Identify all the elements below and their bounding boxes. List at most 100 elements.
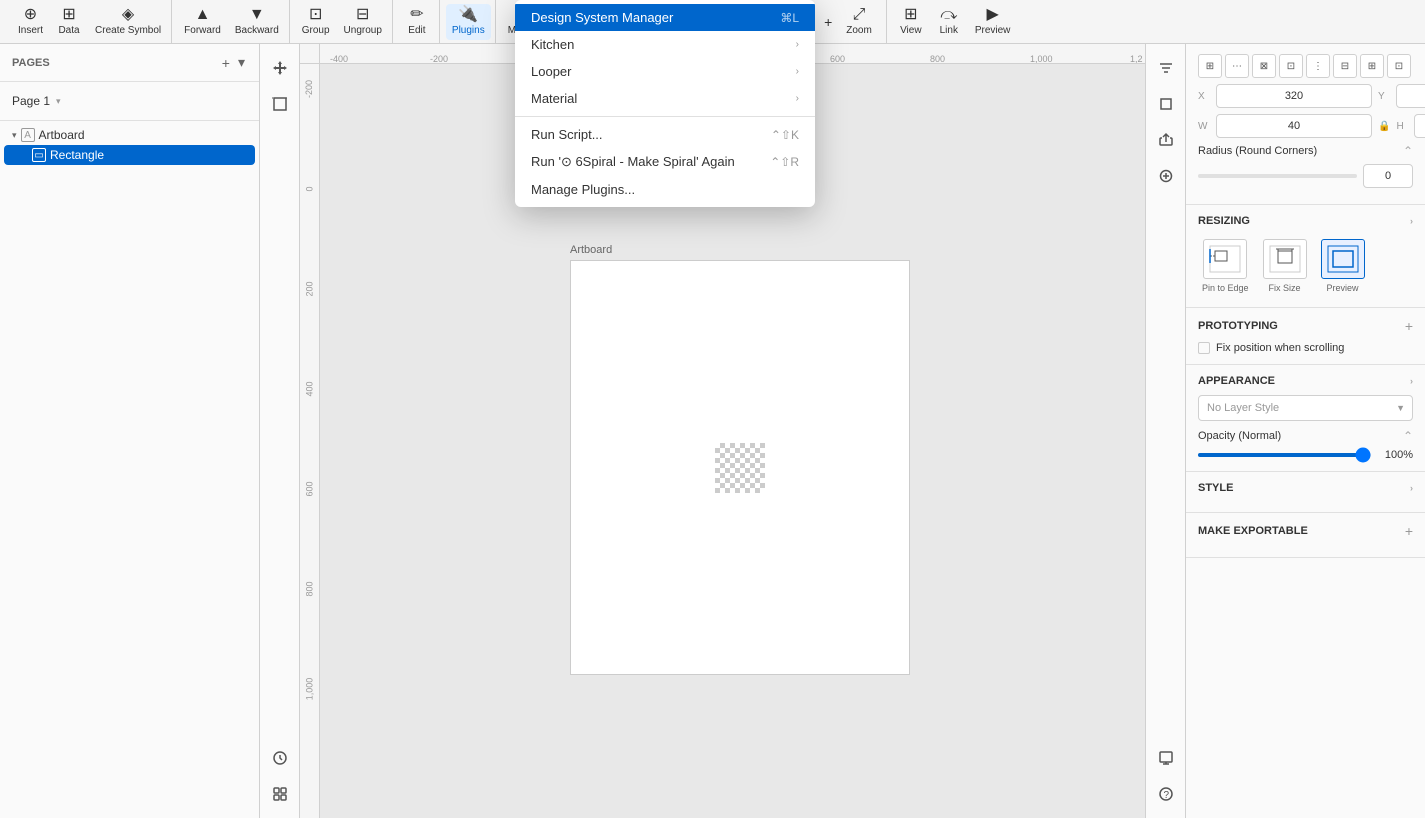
menu-item-design-system-manager[interactable]: Design System Manager ⌘L <box>515 4 815 31</box>
view-icon: ⊞ <box>904 7 917 23</box>
style-chevron[interactable]: › <box>1410 483 1413 493</box>
add-export-button[interactable]: + <box>1405 523 1413 539</box>
pin-to-edge-visual <box>1203 239 1247 279</box>
present-icon <box>1158 750 1174 766</box>
radius-input[interactable] <box>1363 164 1413 188</box>
appearance-section: APPEARANCE › No Layer Style ▼ Opacity (N… <box>1186 365 1425 472</box>
artboard-tool2-button[interactable] <box>1150 88 1182 120</box>
menu-dsm-label: Design System Manager <box>531 10 772 25</box>
page-1-item[interactable]: Page 1 ▾ <box>0 90 259 112</box>
artboard-canvas-label: Artboard <box>570 244 910 256</box>
ruler-tick-200n: -200 <box>430 54 448 64</box>
collapse-pages-button[interactable]: ▾ <box>236 52 247 73</box>
align-center-v-button[interactable]: ⋮ <box>1306 54 1330 78</box>
fix-position-checkbox[interactable] <box>1198 342 1210 354</box>
rectangle-label: Rectangle <box>50 148 104 162</box>
menu-item-run-script[interactable]: Run Script... ⌃⇧K <box>515 121 815 148</box>
preview-resize-option[interactable]: Preview <box>1317 235 1369 297</box>
menu-item-material[interactable]: Material › <box>515 85 815 112</box>
radius-label: Radius (Round Corners) <box>1198 145 1397 157</box>
move-tool-button[interactable] <box>264 52 296 84</box>
insert-button[interactable]: ⊕ Insert <box>12 4 49 40</box>
present-button[interactable] <box>1150 742 1182 774</box>
x-input[interactable] <box>1216 84 1372 108</box>
link-button[interactable]: ⤼ Link <box>931 4 967 40</box>
opacity-expand-button[interactable]: ⌃ <box>1403 429 1413 443</box>
preview-button[interactable]: ▶ Preview <box>969 4 1017 40</box>
artboard-tool-icon <box>272 96 288 112</box>
fix-position-row: Fix position when scrolling <box>1198 342 1413 354</box>
artboard-layer-item[interactable]: ▾ A Artboard <box>0 125 259 145</box>
add-page-button[interactable]: + <box>220 52 232 73</box>
fix-size-option[interactable]: Fix Size <box>1259 235 1311 297</box>
radius-expand-button[interactable]: ⌃ <box>1403 144 1413 158</box>
artboard-frame[interactable] <box>570 260 910 675</box>
menu-item-looper[interactable]: Looper › <box>515 58 815 85</box>
data-button[interactable]: ⊞ Data <box>51 4 87 40</box>
artboard-tool-button[interactable] <box>264 88 296 120</box>
artboard-type-icon: A <box>21 128 35 142</box>
artboard-label: Artboard <box>39 128 85 142</box>
menu-item-run-again[interactable]: Run '⊙ 6Spiral - Make Spiral' Again ⌃⇧R <box>515 148 815 176</box>
plugins-icon: 🔌 <box>458 7 478 23</box>
resizing-header: RESIZING › <box>1198 215 1413 227</box>
edit-label: Edit <box>408 25 425 36</box>
edit-button[interactable]: ✏ Edit <box>399 4 435 40</box>
ungroup-button[interactable]: ⊟ Ungroup <box>338 4 388 40</box>
radius-input-row <box>1198 164 1413 188</box>
opacity-slider[interactable] <box>1198 453 1371 457</box>
fix-size-visual <box>1263 239 1307 279</box>
plugins-button[interactable]: 🔌 Plugins <box>446 4 491 40</box>
plugins-dropdown-menu: Design System Manager ⌘L Kitchen › Loope… <box>515 0 815 207</box>
y-input[interactable] <box>1396 84 1425 108</box>
align-button[interactable] <box>1150 52 1182 84</box>
artboard-group: ▾ A Artboard ▭ Rectangle <box>0 121 259 169</box>
component-button[interactable] <box>264 778 296 810</box>
pin-to-edge-option[interactable]: Pin to Edge <box>1198 235 1253 297</box>
add-prototyping-button[interactable]: + <box>1405 318 1413 334</box>
align-bottom-button[interactable]: ⊟ <box>1333 54 1357 78</box>
menu-kitchen-label: Kitchen <box>531 37 788 52</box>
lock-proportions-icon[interactable]: 🔒 <box>1378 121 1390 132</box>
create-symbol-label: Create Symbol <box>95 25 161 36</box>
appearance-chevron[interactable]: › <box>1410 376 1413 386</box>
history-button[interactable] <box>264 742 296 774</box>
zoom-fit-button[interactable]: ⤢ Zoom <box>840 4 878 40</box>
distribute-v-button[interactable]: ⊡ <box>1387 54 1411 78</box>
ruler-tick-v-0: 0 <box>304 186 314 191</box>
style-header: STYLE › <box>1198 482 1413 494</box>
menu-item-kitchen[interactable]: Kitchen › <box>515 31 815 58</box>
h-input[interactable] <box>1414 114 1425 138</box>
toolbar-plugins-group: 🔌 Plugins <box>442 0 496 43</box>
group-button[interactable]: ⊡ Group <box>296 4 336 40</box>
resizing-options: Pin to Edge Fix Size Preview <box>1198 235 1413 297</box>
layers-list: ▾ A Artboard ▭ Rectangle <box>0 121 259 818</box>
artboard-tool2-icon <box>1158 96 1174 112</box>
align-left-edge-button[interactable]: ⊞ <box>1198 54 1222 78</box>
distribute-h-button[interactable]: ⊞ <box>1360 54 1384 78</box>
forward-button[interactable]: ▲ Forward <box>178 4 227 40</box>
align-center-h-button[interactable]: ⋯ <box>1225 54 1249 78</box>
align-top-button[interactable]: ⊡ <box>1279 54 1303 78</box>
menu-item-manage-plugins[interactable]: Manage Plugins... <box>515 176 815 203</box>
backward-button[interactable]: ▼ Backward <box>229 4 285 40</box>
rectangle-layer-item[interactable]: ▭ Rectangle <box>4 145 255 165</box>
layer-style-dropdown[interactable]: No Layer Style <box>1198 395 1413 421</box>
create-symbol-button[interactable]: ◈ Create Symbol <box>89 4 167 40</box>
view-button[interactable]: ⊞ View <box>893 4 929 40</box>
left-sidebar: PAGES + ▾ Page 1 ▾ ▾ A Artboard ▭ Re <box>0 44 260 818</box>
comment-button[interactable] <box>1150 160 1182 192</box>
zoom-plus-button[interactable]: + <box>820 12 836 32</box>
preview-icon: ▶ <box>986 7 998 23</box>
h-label: H <box>1396 121 1408 132</box>
align-icon <box>1158 60 1174 76</box>
move-tool-icon <box>272 60 288 76</box>
w-input[interactable] <box>1216 114 1372 138</box>
align-right-edge-button[interactable]: ⊠ <box>1252 54 1276 78</box>
backward-label: Backward <box>235 25 279 36</box>
data-label: Data <box>58 25 79 36</box>
wh-row: W 🔒 H ↔ ↻ <box>1198 114 1413 138</box>
export-button[interactable] <box>1150 124 1182 156</box>
resizing-chevron[interactable]: › <box>1410 216 1413 226</box>
help-button[interactable]: ? <box>1150 778 1182 810</box>
